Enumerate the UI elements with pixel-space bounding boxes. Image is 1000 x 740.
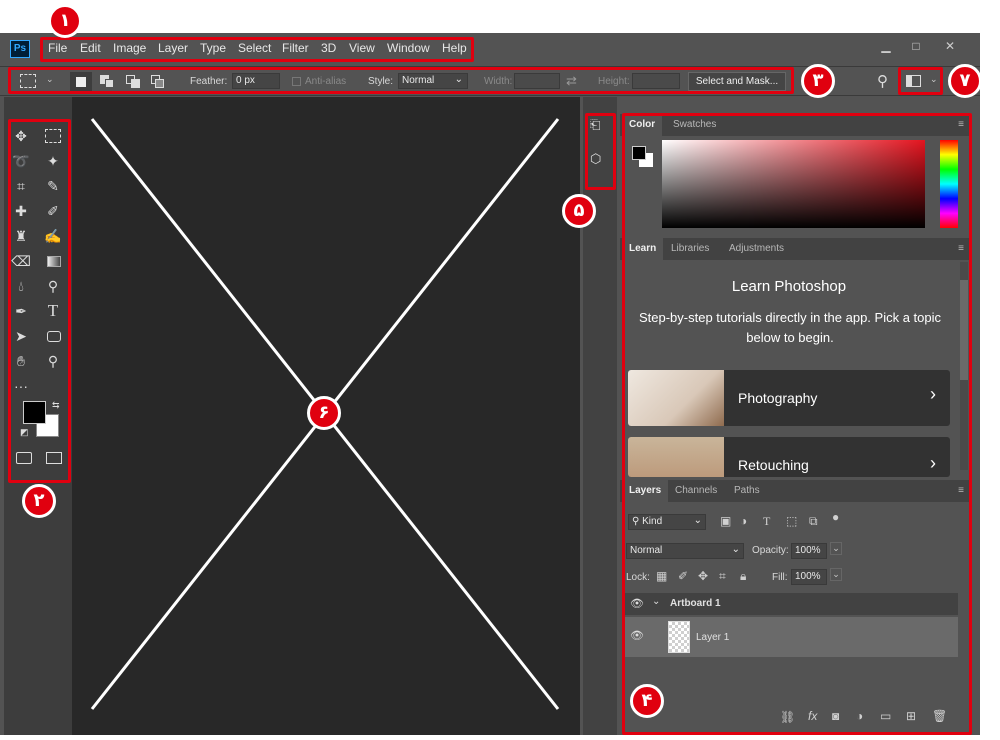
maximize-icon[interactable]: □ [902, 37, 930, 55]
badge-5: ۵ [562, 194, 596, 228]
foreground-color-swatch[interactable] [23, 401, 46, 424]
annotation-box-menu [40, 37, 474, 62]
annotation-box-mini-dock [585, 113, 616, 190]
annotation-box-panels [622, 113, 972, 735]
search-icon[interactable]: ⚲ [877, 72, 888, 90]
badge-3: ٣ [801, 64, 835, 98]
badge-1: ١ [48, 4, 82, 38]
photoshop-logo: Ps [10, 40, 30, 58]
badge-6: ۶ [307, 396, 341, 430]
annotation-box-tools [8, 119, 71, 483]
badge-2: ٢ [22, 484, 56, 518]
minimize-icon[interactable]: ▁ [872, 37, 900, 55]
badge-4: ۴ [630, 684, 664, 718]
color-foreground-swatch[interactable] [632, 146, 646, 160]
close-icon[interactable]: ✕ [936, 37, 964, 55]
badge-7: ٧ [948, 64, 982, 98]
annotation-box-options [8, 67, 794, 94]
collapsed-panels-dock: ⎗ ⬡ [583, 97, 617, 735]
annotation-box-workspace [898, 67, 943, 95]
